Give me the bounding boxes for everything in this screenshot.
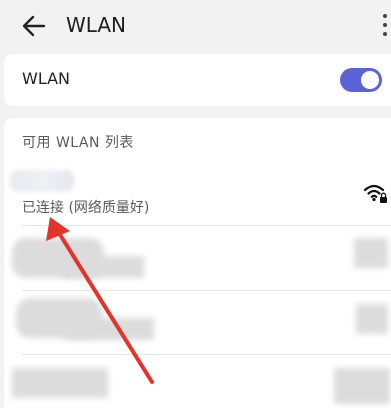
wifi-icon-blurred	[354, 238, 388, 268]
more-vertical-icon[interactable]	[383, 14, 391, 40]
top-bar: WLAN	[0, 0, 391, 52]
list-divider	[22, 354, 391, 355]
page-title: WLAN	[66, 13, 127, 37]
section-header: 可用 WLAN 列表	[22, 135, 134, 151]
network-detail-blurred	[64, 256, 144, 278]
wifi-locked-icon	[363, 184, 387, 203]
wlan-list-card: 可用 WLAN 列表 已连接 (网络质量好)	[4, 118, 391, 408]
wifi-icon-blurred	[356, 304, 388, 334]
wlan-label: WLAN	[22, 69, 71, 88]
wlan-toggle-row[interactable]: WLAN	[4, 54, 391, 106]
network-detail-blurred	[64, 318, 154, 340]
network-status: 已连接 (网络质量好)	[22, 200, 150, 216]
network-name-blurred	[10, 170, 74, 192]
back-arrow-icon[interactable]	[20, 12, 48, 40]
list-divider	[22, 290, 391, 291]
network-name-blurred	[12, 368, 108, 398]
list-divider	[22, 225, 391, 226]
switch-knob	[361, 71, 379, 89]
wlan-switch[interactable]	[340, 68, 382, 92]
